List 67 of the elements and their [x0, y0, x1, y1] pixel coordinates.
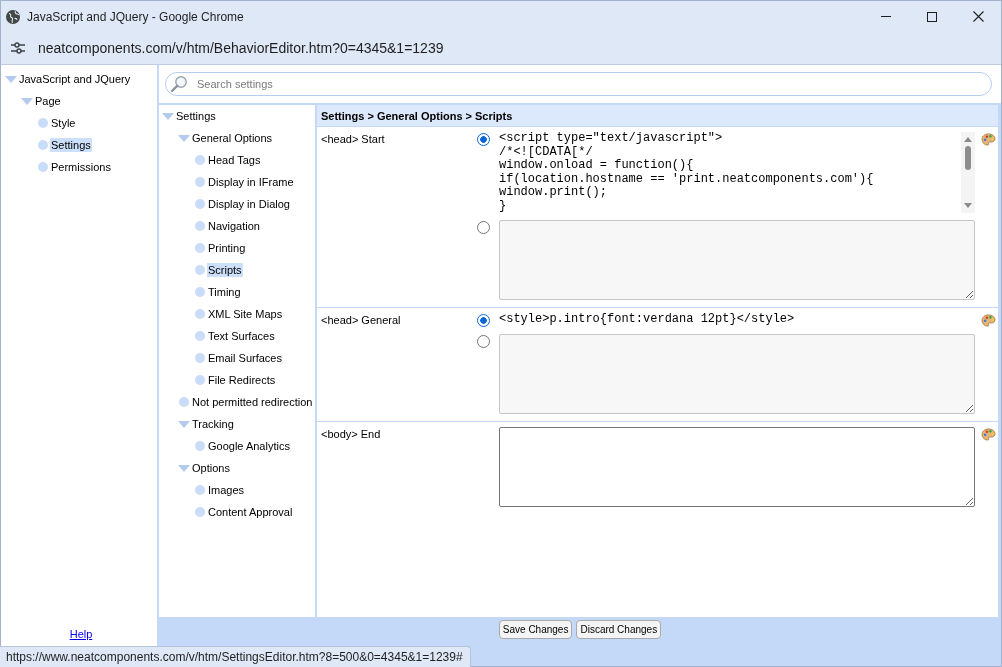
code-snippet: <style>p.intro{font:verdana 12pt}</style>	[499, 313, 796, 327]
bullet-icon	[38, 140, 48, 150]
tree-item[interactable]: Images	[207, 483, 246, 497]
bullet-icon	[195, 507, 205, 517]
bullet-icon	[179, 397, 189, 407]
field-label: <body> End	[321, 427, 382, 440]
bullet-icon	[38, 118, 48, 128]
tree-item[interactable]: Navigation	[207, 219, 261, 233]
palette-icon[interactable]	[981, 133, 996, 146]
bullet-icon	[195, 287, 205, 297]
status-url-bubble: https://www.neatcomponents.com/v/htm/SettingsEditor.htm?8=500&0=4345&1=1239#	[0, 646, 471, 667]
bullet-icon	[195, 221, 205, 231]
help-link[interactable]: Help	[69, 628, 93, 640]
tree-item[interactable]: Tracking	[191, 417, 235, 431]
bullet-icon	[195, 243, 205, 253]
scrollbar[interactable]	[961, 132, 975, 213]
tree-item[interactable]: Not permitted redirection	[191, 395, 314, 409]
tree-item[interactable]: Timing	[207, 285, 242, 299]
tree-item[interactable]: Display in Dialog	[207, 197, 291, 211]
tree-item[interactable]: Printing	[207, 241, 247, 255]
tree-item[interactable]: General Options	[191, 131, 274, 145]
radio-button[interactable]	[477, 133, 490, 146]
close-icon[interactable]	[972, 11, 984, 22]
tree-item[interactable]: Content Approval	[207, 505, 294, 519]
tree-item[interactable]: JavaScript and JQuery	[18, 72, 132, 86]
tree-item[interactable]: Settings	[175, 109, 217, 123]
tree-item[interactable]: Email Surfaces	[207, 351, 283, 365]
breadcrumb: Settings > General Options > Scripts	[317, 105, 998, 127]
field-label: <head> General	[321, 313, 402, 326]
tree-item[interactable]: Google Analytics	[207, 439, 291, 453]
palette-icon[interactable]	[981, 428, 996, 441]
text-area[interactable]	[499, 427, 975, 507]
palette-icon[interactable]	[981, 314, 996, 327]
bullet-icon	[195, 265, 205, 275]
code-snippet: <script type="text/javascript"> /*<![CDATA[*/ window.onload = function(){ if(location.hostname == 'print.neatcomponents.com'){ window.print(); }	[499, 132, 875, 213]
bullet-icon	[195, 353, 205, 363]
tree-item[interactable]: Settings	[50, 138, 92, 152]
tree-item[interactable]: Text Surfaces	[207, 329, 276, 343]
action-button[interactable]: Save Changes	[498, 619, 573, 639]
tree-item[interactable]: Style	[50, 116, 77, 130]
url-text[interactable]: neatcomponents.com/v/htm/BehaviorEditor.htm?0=4345&1=1239	[38, 40, 444, 56]
tree-item[interactable]: Page	[34, 94, 62, 108]
maximize-icon[interactable]	[927, 11, 937, 22]
field-label: <head> Start	[321, 132, 386, 145]
tree-item[interactable]: Options	[191, 461, 231, 475]
action-button[interactable]: Discard Changes	[576, 619, 662, 639]
bullet-icon	[195, 177, 205, 187]
radio-button[interactable]	[477, 314, 490, 327]
globe-icon	[6, 9, 20, 24]
bullet-icon	[195, 155, 205, 165]
tree-item[interactable]: File Redirects	[207, 373, 277, 387]
tune-icon[interactable]	[11, 42, 25, 54]
tree-item[interactable]: Permissions	[50, 160, 112, 174]
tree-item[interactable]: Scripts	[207, 263, 243, 277]
tree-item[interactable]: XML Site Maps	[207, 307, 284, 321]
bullet-icon	[195, 441, 205, 451]
window-title: JavaScript and JQuery - Google Chrome	[27, 9, 245, 24]
tree-item[interactable]: Display in IFrame	[207, 175, 295, 189]
bullet-icon	[195, 375, 205, 385]
bullet-icon	[195, 309, 205, 319]
bullet-icon	[195, 199, 205, 209]
search-field[interactable]: Search settings	[165, 72, 992, 96]
tree-item[interactable]: Head Tags	[207, 153, 262, 167]
search-icon	[170, 75, 188, 93]
bullet-icon	[195, 331, 205, 341]
bullet-icon	[38, 162, 48, 172]
bullet-icon	[195, 485, 205, 495]
